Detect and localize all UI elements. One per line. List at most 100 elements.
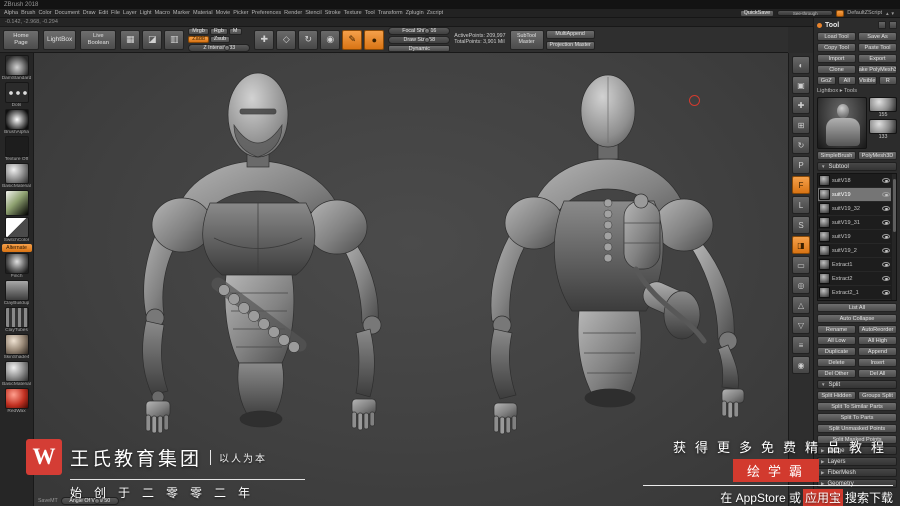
menu-item[interactable]: Edit [99, 10, 108, 16]
goz-visible-button[interactable]: Visible [858, 76, 877, 85]
split-section-header[interactable]: ▼ Split [817, 380, 897, 389]
menu-item[interactable]: Light [140, 10, 152, 16]
tray-thumbnail[interactable] [4, 82, 29, 103]
tool-button[interactable]: Copy Tool [817, 43, 856, 52]
m-button[interactable]: M [228, 27, 242, 35]
left-tray-item[interactable]: Dots [0, 82, 33, 108]
local-button[interactable]: L [792, 196, 810, 214]
subtool-button[interactable]: AutoReorder [858, 325, 897, 334]
tool-button[interactable]: Make PolyMesh3D [858, 65, 897, 74]
subtool-button[interactable]: Auto Collapse [817, 314, 897, 323]
split-hidden-button[interactable]: Split Hidden [817, 391, 856, 400]
persp-button[interactable]: P [792, 156, 810, 174]
z-intensity-slider[interactable]: Z Intensity 33 [188, 43, 251, 52]
split-button[interactable]: Split To Similar Parts [817, 402, 897, 411]
visibility-eye-icon[interactable] [882, 290, 890, 295]
tool-button[interactable]: Clone [817, 65, 856, 74]
menu-item[interactable]: File [111, 10, 120, 16]
menu-item[interactable]: Picker [233, 10, 248, 16]
palette-menu-icon[interactable] [878, 21, 886, 29]
polyframe-button[interactable]: ◎ [792, 276, 810, 294]
split-button[interactable]: Split Unmasked Points [817, 424, 897, 433]
xpose-button[interactable]: ≡ [792, 336, 810, 354]
menu-item[interactable]: Color [38, 10, 51, 16]
tray-thumbnail[interactable] [4, 163, 29, 184]
scale-button[interactable]: ◇ [276, 29, 297, 50]
edit-button[interactable]: ✎ [342, 29, 363, 50]
multiappend-button[interactable]: MultiAppend [545, 29, 595, 39]
lightbox-button[interactable]: LightBox [43, 29, 77, 50]
floor-button[interactable]: F [792, 176, 810, 194]
left-tray-item[interactable]: BrushAlpha [0, 109, 33, 135]
subtool-item[interactable]: suitV19 [818, 230, 891, 244]
visibility-eye-icon[interactable] [882, 192, 890, 197]
visibility-eye-icon[interactable] [882, 234, 890, 239]
tray-thumbnail[interactable] [4, 253, 29, 274]
left-tray-item[interactable]: BasicMaterial [0, 361, 33, 387]
home-page-button[interactable]: Home Page [3, 29, 39, 50]
default-zscript-button[interactable]: DefaultZScript [847, 10, 882, 16]
transp-button[interactable]: △ [792, 296, 810, 314]
visibility-eye-icon[interactable] [882, 276, 890, 281]
tray-thumbnail[interactable] [4, 190, 29, 216]
gyro-button[interactable]: ◉ [320, 29, 341, 50]
left-tray-item[interactable]: SwitchColor [0, 217, 33, 243]
subtool-item[interactable]: Extract1 [818, 258, 891, 272]
menu-item[interactable]: Stencil [305, 10, 322, 16]
scroll-document-icon[interactable]: ✚ [792, 96, 810, 114]
lightbox-tools-link[interactable]: Lightbox ▸ Tools [817, 87, 897, 95]
zsub-button[interactable]: Zsub [209, 35, 231, 43]
tray-thumbnail[interactable] [4, 388, 29, 409]
menu-item[interactable]: Preferences [252, 10, 282, 16]
zoom-document-icon[interactable]: ⊞ [792, 116, 810, 134]
rotate-view-icon[interactable]: ↻ [792, 136, 810, 154]
menu-item[interactable]: Transform [378, 10, 403, 16]
accent-chip[interactable] [836, 9, 845, 17]
grid-icon[interactable]: ▥ [164, 29, 185, 50]
menu-item[interactable]: Texture [344, 10, 362, 16]
menu-item[interactable]: Alpha [4, 10, 18, 16]
tool-button[interactable]: Export [858, 54, 897, 63]
tool-button[interactable]: Paste Tool [858, 43, 897, 52]
subtool-button[interactable]: Delete [817, 358, 856, 367]
tray-thumbnail[interactable] [4, 109, 29, 130]
left-tray-item[interactable]: ClayBuildup [0, 280, 33, 306]
frame-button[interactable]: ▭ [792, 256, 810, 274]
tray-thumbnail[interactable] [4, 280, 29, 301]
subtool-button[interactable]: Append [858, 347, 897, 356]
subtool-master-button[interactable]: SubTool Master [509, 29, 544, 50]
menu-item[interactable]: Brush [21, 10, 35, 16]
lsym-button[interactable]: S [792, 216, 810, 234]
focal-shift-slider[interactable]: Focal Shift -16 [388, 27, 451, 35]
goz-all-button[interactable]: All [837, 76, 856, 85]
quick-pick-thumbnail[interactable] [869, 97, 897, 112]
subtool-item[interactable]: suitV18 [818, 174, 891, 188]
menu-item[interactable]: Document [55, 10, 80, 16]
tray-thumbnail[interactable] [4, 307, 29, 328]
tray-thumbnail[interactable] [4, 55, 29, 76]
left-tray-item[interactable]: Alternate [0, 244, 33, 252]
subtool-item[interactable]: Extract2 [818, 272, 891, 286]
subtool-button[interactable]: Rename [817, 325, 856, 334]
projection-master-button[interactable]: Projection Master [545, 40, 595, 50]
subtool-button[interactable]: All Low [817, 336, 856, 345]
render-pass-icon[interactable]: ▣ [792, 76, 810, 94]
menu-item[interactable]: Movie [216, 10, 231, 16]
subtool-button[interactable]: Duplicate [817, 347, 856, 356]
tool-button[interactable]: Import [817, 54, 856, 63]
goz-button[interactable]: GoZ [817, 76, 836, 85]
simplebrush-button[interactable]: SimpleBrush [817, 151, 856, 160]
menu-item[interactable]: Zplugin [406, 10, 424, 16]
left-tray-item[interactable]: Texture Off [0, 136, 33, 162]
tray-thumbnail[interactable] [4, 361, 29, 382]
menu-item[interactable]: Layer [123, 10, 137, 16]
subtool-item[interactable]: suitV19_31 [818, 216, 891, 230]
quicksketch-icon[interactable]: ◪ [142, 29, 163, 50]
draw-button[interactable]: ● [364, 29, 385, 50]
dynamic-button[interactable]: Dynamic [388, 45, 451, 52]
left-tray-item[interactable]: SkinShade4 [0, 334, 33, 360]
bpr-render-button[interactable]: ◐ [792, 56, 810, 74]
scroll-icon[interactable]: ◉ [792, 356, 810, 374]
tool-button[interactable]: Load Tool [817, 32, 856, 41]
ghost-button[interactable]: ▽ [792, 316, 810, 334]
